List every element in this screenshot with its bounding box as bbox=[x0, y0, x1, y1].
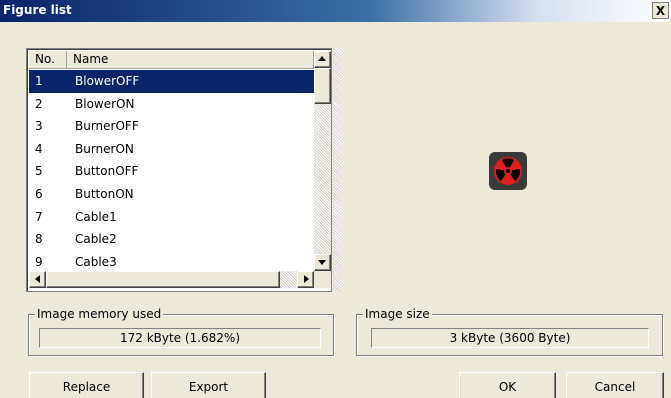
vertical-scroll-thumb[interactable] bbox=[314, 68, 331, 104]
figure-list-dialog: Figure list X No. Name 1 BlowerOFF 2 Blower… bbox=[0, 0, 671, 398]
image-memory-group: Image memory used 172 kByte (1.682%) bbox=[28, 306, 334, 356]
list-header: No. Name bbox=[29, 51, 314, 69]
list-item-name: BurnerOFF bbox=[75, 119, 139, 134]
list-item-name: Cable3 bbox=[75, 254, 117, 269]
list-item[interactable]: 3 BurnerOFF bbox=[29, 115, 314, 138]
list-item-name: BlowerON bbox=[75, 96, 135, 111]
list-item[interactable]: 6 ButtonON bbox=[29, 183, 314, 206]
window-title: Figure list bbox=[3, 3, 72, 17]
image-memory-label: Image memory used bbox=[35, 306, 164, 322]
list-item-number: 6 bbox=[35, 186, 43, 201]
image-memory-value: 172 kByte (1.682%) bbox=[39, 328, 321, 348]
list-item-name: Cable1 bbox=[75, 209, 117, 224]
figure-list[interactable]: No. Name 1 BlowerOFF 2 BlowerON 3 BurnerOFF 4 B… bbox=[26, 48, 332, 292]
list-item-number: 1 bbox=[35, 74, 43, 88]
scroll-corner bbox=[314, 271, 331, 288]
close-icon: X bbox=[655, 3, 666, 18]
list-item[interactable]: 1 BlowerOFF bbox=[29, 70, 314, 93]
image-size-label: Image size bbox=[363, 306, 432, 322]
replace-button[interactable]: Replace bbox=[29, 372, 144, 398]
scroll-up-button[interactable] bbox=[314, 51, 331, 68]
title-bar[interactable]: Figure list X bbox=[0, 0, 671, 22]
horizontal-scrollbar[interactable] bbox=[29, 271, 314, 288]
ok-button[interactable]: OK bbox=[459, 372, 556, 398]
cancel-button[interactable]: Cancel bbox=[566, 372, 664, 398]
list-item-number: 2 bbox=[35, 96, 43, 111]
list-item-name: BurnerON bbox=[75, 141, 134, 156]
list-item-name: Cable2 bbox=[75, 232, 117, 247]
list-rows: 1 BlowerOFF 2 BlowerON 3 BurnerOFF 4 BurnerON 5 B… bbox=[29, 70, 314, 271]
list-item[interactable]: 2 BlowerON bbox=[29, 93, 314, 116]
list-item[interactable]: 4 BurnerON bbox=[29, 138, 314, 161]
export-button[interactable]: Export bbox=[151, 372, 266, 398]
arrow-right-icon bbox=[304, 275, 309, 283]
list-item[interactable]: 7 Cable1 bbox=[29, 206, 314, 229]
vertical-scrollbar[interactable] bbox=[314, 51, 331, 271]
list-item-name: ButtonOFF bbox=[75, 164, 139, 179]
image-size-value: 3 kByte (3600 Byte) bbox=[371, 328, 649, 348]
image-size-group: Image size 3 kByte (3600 Byte) bbox=[356, 306, 663, 356]
arrow-left-icon bbox=[35, 275, 40, 283]
list-item[interactable]: 9 Cable3 bbox=[29, 251, 314, 271]
list-item-name: BlowerOFF bbox=[75, 74, 140, 88]
list-item-number: 4 bbox=[35, 141, 43, 156]
scroll-right-button[interactable] bbox=[297, 271, 314, 288]
column-header-no[interactable]: No. bbox=[29, 51, 67, 69]
list-item-number: 3 bbox=[35, 119, 43, 134]
list-item[interactable]: 8 Cable2 bbox=[29, 228, 314, 251]
arrow-down-icon bbox=[318, 260, 326, 265]
column-header-name[interactable]: Name bbox=[67, 51, 314, 69]
list-viewport: No. Name 1 BlowerOFF 2 BlowerON 3 BurnerOFF 4 B… bbox=[29, 51, 314, 271]
blower-off-icon bbox=[489, 152, 527, 190]
list-item-number: 9 bbox=[35, 254, 43, 269]
close-button[interactable]: X bbox=[652, 2, 669, 19]
list-item[interactable]: 5 ButtonOFF bbox=[29, 160, 314, 183]
horizontal-scroll-thumb[interactable] bbox=[46, 271, 280, 288]
preview-divider bbox=[333, 48, 341, 292]
list-item-number: 7 bbox=[35, 209, 43, 224]
scroll-left-button[interactable] bbox=[29, 271, 46, 288]
arrow-up-icon bbox=[318, 56, 326, 61]
list-item-number: 5 bbox=[35, 164, 43, 179]
scroll-down-button[interactable] bbox=[314, 254, 331, 271]
list-item-number: 8 bbox=[35, 232, 43, 247]
list-item-name: ButtonON bbox=[75, 186, 134, 201]
